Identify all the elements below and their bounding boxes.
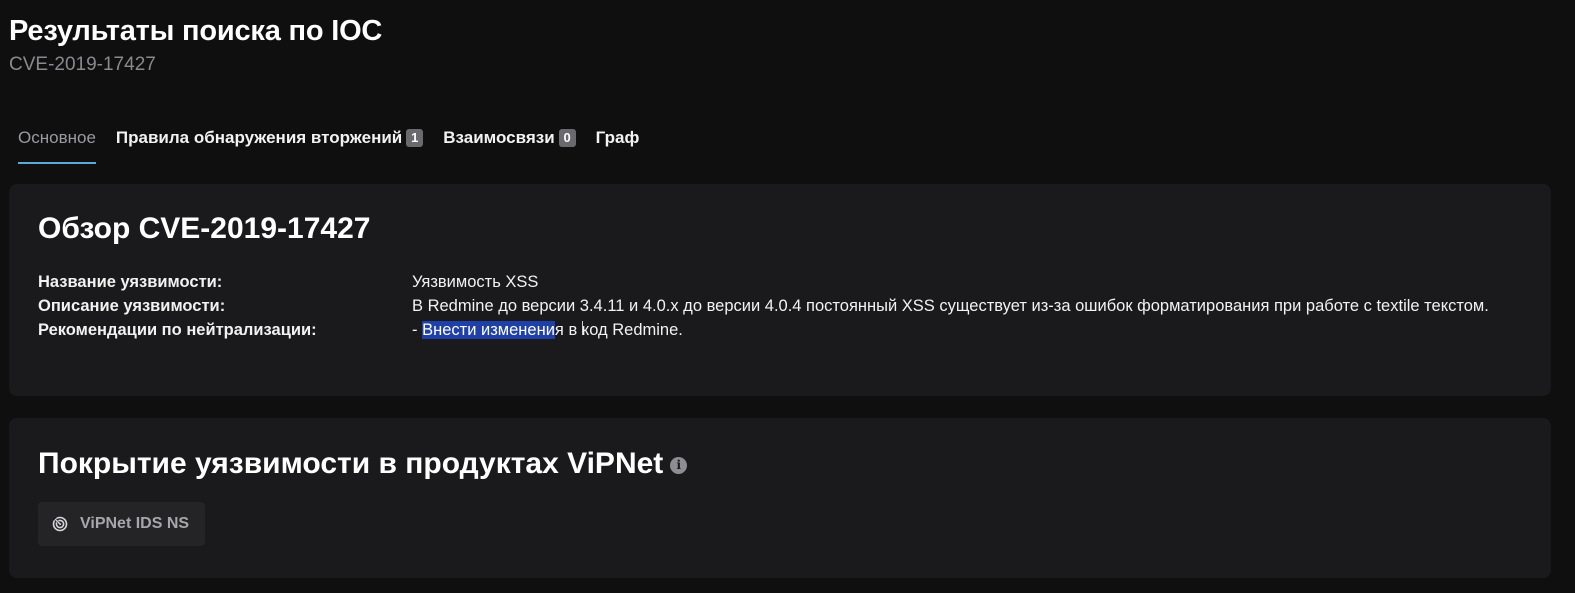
radar-icon: [52, 516, 68, 532]
tab-intrusion-rules[interactable]: Правила обнаружения вторжений 1: [115, 124, 424, 152]
page-title: Результаты поиска по IOC: [9, 15, 383, 47]
vuln-name-label: Название уязвимости:: [38, 273, 223, 291]
vuln-description-label: Описание уязвимости:: [38, 297, 226, 315]
overview-title: Обзор CVE-2019-17427: [38, 212, 371, 245]
tab-bar: Основное Правила обнаружения вторжений 1…: [18, 118, 659, 164]
overview-card: Обзор CVE-2019-17427 Название уязвимости…: [9, 184, 1551, 396]
mitigation-text-end: код Redmine.: [581, 321, 683, 339]
tab-intrusion-rules-count-badge: 1: [406, 129, 424, 147]
coverage-title: Покрытие уязвимости в продуктах ViPNet i: [38, 447, 688, 481]
vuln-name-value: Уязвимость XSS: [412, 273, 539, 291]
tab-relations[interactable]: Взаимосвязи 0: [443, 124, 576, 152]
tab-main-label: Основное: [18, 128, 96, 147]
tab-graph-label: Граф: [595, 128, 640, 147]
tab-relations-count-badge: 0: [558, 129, 576, 147]
tab-graph[interactable]: Граф: [596, 124, 640, 152]
mitigation-text: я в: [554, 321, 582, 339]
tab-relations-label: Взаимосвязи: [443, 128, 555, 147]
field-row-name: Название уязвимости: Уязвимость XSS: [38, 270, 1528, 294]
field-row-mitigation: Рекомендации по нейтрализации: - Внести …: [38, 318, 1528, 342]
page: Результаты поиска по IOC CVE-2019-17427 …: [0, 0, 1575, 593]
mitigation-label: Рекомендации по нейтрализации:: [38, 321, 317, 339]
mitigation-value[interactable]: - Внести изменения в код Redmine.: [412, 318, 1528, 342]
product-chip-label: ViPNet IDS NS: [80, 515, 190, 532]
info-icon[interactable]: i: [670, 456, 688, 474]
field-row-description: Описание уязвимости: В Redmine до версии…: [38, 294, 1528, 318]
mitigation-prefix: -: [412, 321, 423, 339]
product-chip-vipnet-ids-ns[interactable]: ViPNet IDS NS: [38, 502, 206, 546]
tab-main[interactable]: Основное: [18, 124, 96, 164]
text-selection: Внести изменени: [422, 321, 555, 339]
overview-fields: Название уязвимости: Уязвимость XSS Опис…: [38, 270, 1528, 342]
vuln-description-value: В Redmine до версии 3.4.11 и 4.0.x до ве…: [412, 297, 1489, 315]
tab-intrusion-rules-label: Правила обнаружения вторжений: [115, 128, 403, 147]
coverage-title-text: Покрытие уязвимости в продуктах ViPNet: [38, 447, 664, 480]
coverage-card: Покрытие уязвимости в продуктах ViPNet i…: [9, 418, 1551, 578]
page-subtitle: CVE-2019-17427: [9, 54, 156, 75]
